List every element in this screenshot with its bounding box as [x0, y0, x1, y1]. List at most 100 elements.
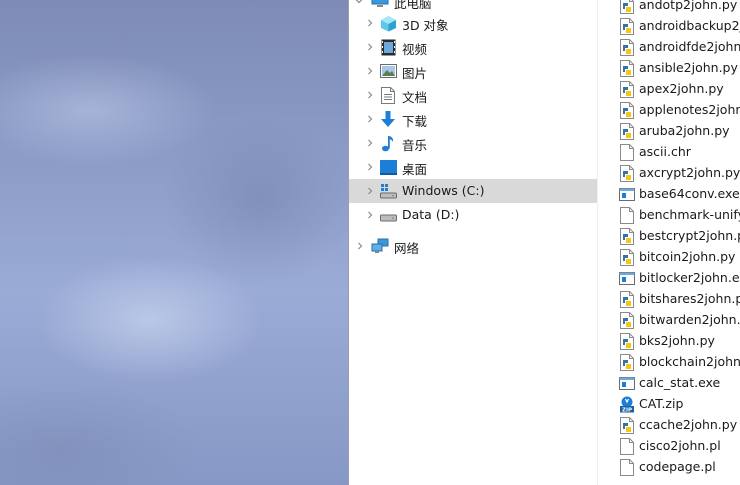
list-item[interactable]: codepage.pl [598, 457, 740, 478]
zip-file-icon: ZIP [619, 396, 635, 414]
videos-icon [379, 38, 397, 56]
python-file-icon [619, 165, 635, 182]
file-name: codepage.pl [639, 459, 716, 474]
file-name: benchmark-unify [639, 207, 740, 222]
python-file-icon [619, 0, 635, 14]
file-name: androidfde2john.p [639, 39, 740, 54]
list-item[interactable]: ansible2john.py [598, 58, 740, 79]
list-item[interactable]: benchmark-unify [598, 205, 740, 226]
nav-item-label: 桌面 [402, 162, 428, 177]
file-name: calc_stat.exe [639, 375, 721, 390]
file-name: base64conv.exe [639, 186, 740, 201]
list-item[interactable]: ascii.chr [598, 142, 740, 163]
list-item[interactable]: aruba2john.py [598, 121, 740, 142]
chevron-right-icon[interactable] [364, 11, 376, 35]
chevron-right-icon[interactable] [364, 155, 376, 179]
list-item[interactable]: base64conv.exe [598, 184, 740, 205]
nav-item-label: 文档 [402, 90, 428, 105]
exe-file-icon [619, 270, 635, 287]
python-file-icon [619, 123, 635, 140]
downloads-icon [379, 110, 397, 128]
nav-item-videos[interactable]: 视频 [349, 35, 597, 59]
list-item[interactable]: ZIP CAT.zip [598, 394, 740, 415]
python-file-icon [619, 39, 635, 56]
list-item[interactable]: cisco2john.pl [598, 436, 740, 457]
nav-item-label: 音乐 [402, 138, 428, 153]
network-icon [371, 237, 389, 255]
chevron-right-icon[interactable] [364, 83, 376, 107]
nav-item-label: 下载 [402, 114, 428, 129]
computer-icon [371, 0, 389, 10]
file-name: bitlocker2john.exe [639, 270, 740, 285]
nav-item-data-d[interactable]: Data (D:) [349, 203, 597, 227]
chevron-right-icon[interactable] [364, 107, 376, 131]
list-item[interactable]: blockchain2john.py [598, 352, 740, 373]
documents-icon [379, 86, 397, 104]
file-name: CAT.zip [639, 396, 684, 411]
file-name: androidbackup2jo [639, 18, 740, 33]
chevron-right-icon[interactable] [364, 179, 376, 203]
python-file-icon [619, 333, 635, 350]
file-name: applenotes2john.p [639, 102, 740, 117]
chevron-right-icon[interactable] [364, 59, 376, 83]
list-item[interactable]: axcrypt2john.py [598, 163, 740, 184]
nav-item-label: 网络 [394, 241, 420, 256]
python-file-icon [619, 60, 635, 77]
music-icon [379, 134, 397, 152]
chevron-right-icon[interactable] [364, 203, 376, 227]
python-file-icon [619, 417, 635, 434]
chevron-right-icon[interactable] [364, 131, 376, 155]
blank-file-icon [619, 438, 635, 455]
file-name: aruba2john.py [639, 123, 730, 138]
navigation-pane[interactable]: 此电脑 3D 对象 视频 图片 文档 下载 音乐 桌面 Windows (C:)… [349, 0, 597, 485]
windows-drive-icon [379, 182, 397, 200]
exe-file-icon [619, 375, 635, 392]
nav-item-windows-c[interactable]: Windows (C:) [349, 179, 597, 203]
file-name: ccache2john.py [639, 417, 738, 432]
python-file-icon [619, 81, 635, 98]
list-item[interactable]: calc_stat.exe [598, 373, 740, 394]
python-file-icon [619, 102, 635, 119]
file-name: cisco2john.pl [639, 438, 721, 453]
blank-file-icon [619, 459, 635, 476]
nav-item-music[interactable]: 音乐 [349, 131, 597, 155]
file-name: bestcrypt2john.py [639, 228, 740, 243]
file-name: ascii.chr [639, 144, 691, 159]
nav-item-label: 图片 [402, 66, 428, 81]
list-item[interactable]: bitcoin2john.py [598, 247, 740, 268]
nav-item-documents[interactable]: 文档 [349, 83, 597, 107]
list-item[interactable]: bestcrypt2john.py [598, 226, 740, 247]
python-file-icon [619, 249, 635, 266]
list-item[interactable]: androidfde2john.p [598, 37, 740, 58]
list-item[interactable]: bks2john.py [598, 331, 740, 352]
desktop-icon [379, 158, 397, 176]
file-list: andotp2john.py androidbackup2jo androidf… [598, 0, 740, 485]
list-item[interactable]: bitshares2john.py [598, 289, 740, 310]
list-item[interactable]: bitwarden2john.py [598, 310, 740, 331]
file-name: blockchain2john.py [639, 354, 740, 369]
nav-item-desktop[interactable]: 桌面 [349, 155, 597, 179]
list-item[interactable]: androidbackup2jo [598, 16, 740, 37]
3d-objects-icon [379, 14, 397, 32]
file-explorer-window: 此电脑 3D 对象 视频 图片 文档 下载 音乐 桌面 Windows (C:)… [348, 0, 740, 485]
file-name: axcrypt2john.py [639, 165, 740, 180]
file-name: ansible2john.py [639, 60, 738, 75]
python-file-icon [619, 18, 635, 35]
nav-item-label: 3D 对象 [402, 18, 449, 33]
python-file-icon [619, 312, 635, 329]
list-item[interactable]: applenotes2john.p [598, 100, 740, 121]
chevron-right-icon[interactable] [354, 234, 366, 258]
chevron-right-icon[interactable] [364, 35, 376, 59]
file-name: bitwarden2john.py [639, 312, 740, 327]
list-item[interactable]: bitlocker2john.exe [598, 268, 740, 289]
python-file-icon [619, 354, 635, 371]
list-item[interactable]: apex2john.py [598, 79, 740, 100]
nav-item-downloads[interactable]: 下载 [349, 107, 597, 131]
list-item[interactable]: andotp2john.py [598, 0, 740, 16]
nav-item-network[interactable]: 网络 [349, 234, 597, 258]
blank-file-icon [619, 144, 635, 161]
list-item[interactable]: ccache2john.py [598, 415, 740, 436]
file-name: apex2john.py [639, 81, 724, 96]
nav-item-3d-objects[interactable]: 3D 对象 [349, 11, 597, 35]
nav-item-pictures[interactable]: 图片 [349, 59, 597, 83]
